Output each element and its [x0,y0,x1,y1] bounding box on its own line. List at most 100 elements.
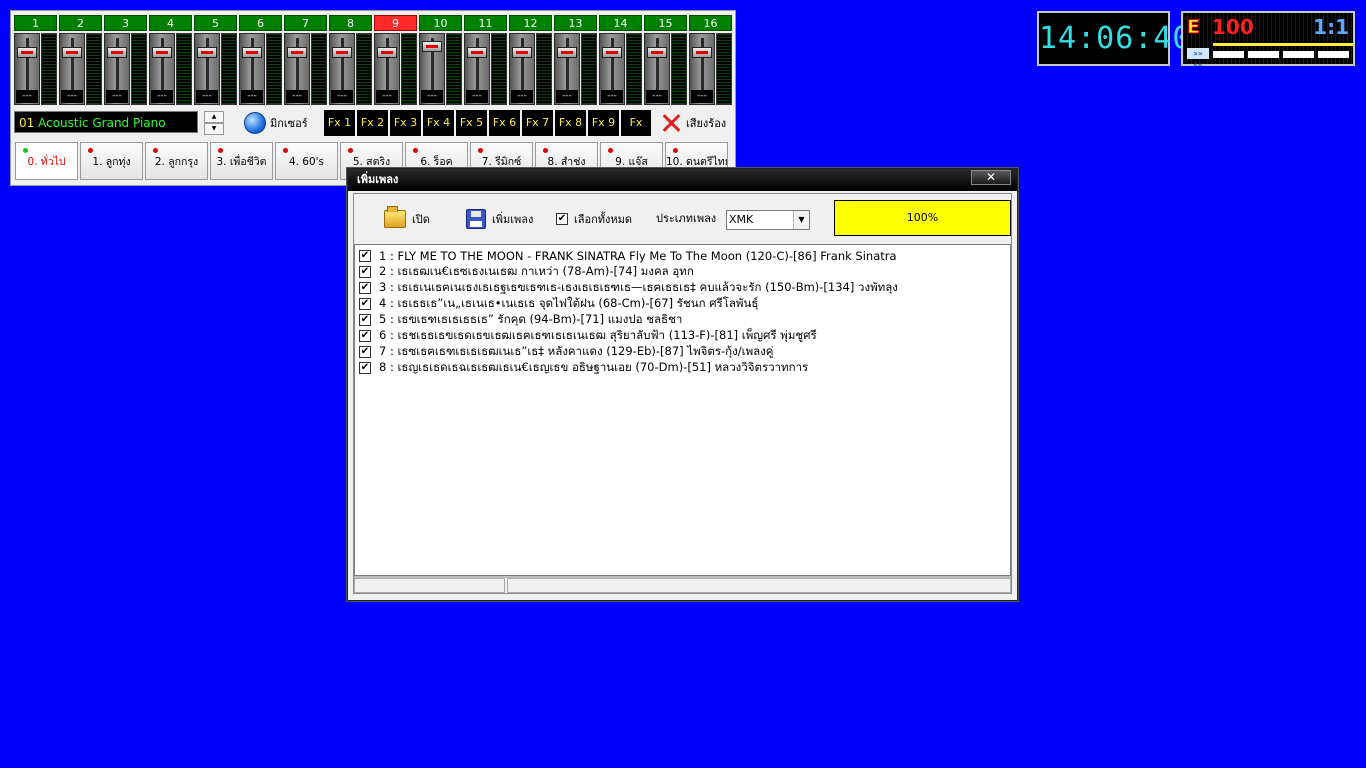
fader-knob[interactable] [197,47,217,58]
fx-button[interactable]: Fx 7 [522,110,553,136]
fader-knob[interactable] [107,47,127,58]
fx-button[interactable]: Fx 8 [555,110,586,136]
fader-knob[interactable] [512,47,532,58]
fader-knob[interactable] [62,47,82,58]
category-tab[interactable]: 3. เพื่อชีวิต [210,142,273,180]
add-songs-button[interactable]: เพิ่มเพลง [466,194,533,244]
channel-fader[interactable]: --- [509,33,535,105]
fader-knob[interactable] [602,47,622,58]
close-button[interactable]: ✕ [971,170,1011,185]
fader-knob[interactable] [692,47,712,58]
channel-fader[interactable]: --- [554,33,580,105]
channel-value: --- [106,90,128,103]
fx-button[interactable]: Fx 5 [456,110,487,136]
channel-fader[interactable]: --- [599,33,625,105]
channel-number-button[interactable]: 1 [14,15,57,31]
fx-button[interactable]: Fx 3 [390,110,421,136]
channel-number-button[interactable]: 13 [554,15,597,31]
song-row[interactable]: ✔ 6 : เธชเธธเธฃเธดเธขเธฒเธฅเธฑเธเธเนเธฒ ส… [355,328,1010,344]
song-checkbox[interactable]: ✔ [359,282,371,294]
channel-number-button[interactable]: 16 [689,15,732,31]
vocal-button[interactable]: เสียงร้อง [660,110,726,136]
mixer-button[interactable]: มิกเซอร์ [244,110,308,136]
fader-knob[interactable] [422,41,442,52]
channel-fader[interactable]: --- [689,33,715,105]
fader-knob[interactable] [287,47,307,58]
fx-button[interactable]: Fx 4 [423,110,454,136]
channel-fader[interactable]: --- [284,33,310,105]
fader-knob[interactable] [242,47,262,58]
category-tab-label: 6. ร็อค [420,156,453,168]
fader-knob[interactable] [332,47,352,58]
channel-number-button[interactable]: 9 [374,15,417,31]
fader-slot [341,38,344,90]
open-button[interactable]: เปิด [384,194,430,244]
channel-number-button[interactable]: 14 [599,15,642,31]
song-checkbox[interactable]: ✔ [359,362,371,374]
category-tab[interactable]: 2. ลูกกรุง [145,142,208,180]
song-row[interactable]: ✔ 8 : เธญเธเธดเธฉเธเธฒเธเน€เธญเธข อธิษฐาน… [355,360,1010,376]
song-checkbox[interactable]: ✔ [359,314,371,326]
song-checkbox[interactable]: ✔ [359,266,371,278]
fx-button[interactable]: Fx 9 [588,110,619,136]
channel-fader[interactable]: --- [464,33,490,105]
spin-down-button[interactable]: ▼ [204,123,224,135]
song-row[interactable]: ✔ 3 : เธเธเนเธฅเนเธงเธเธฐเธฃเธฑเธ-เธงเธเธ… [355,280,1010,296]
channel-number-button[interactable]: 3 [104,15,147,31]
channel-number-button[interactable]: 11 [464,15,507,31]
select-all-checkbox[interactable]: ✔ เลือกทั้งหมด [556,194,632,244]
fader-knob[interactable] [467,47,487,58]
channel-number-button[interactable]: 2 [59,15,102,31]
channel-number-button[interactable]: 6 [239,15,282,31]
channel-fader[interactable]: --- [419,33,445,105]
channel-fader[interactable]: --- [14,33,40,105]
fader-knob[interactable] [17,47,37,58]
channel-fader[interactable]: --- [59,33,85,105]
channel-strip: 7 --- [284,15,329,108]
song-checkbox[interactable]: ✔ [359,346,371,358]
channel-number-button[interactable]: 8 [329,15,372,31]
category-tab[interactable]: 1. ลูกทุ่ง [80,142,143,180]
song-row[interactable]: ✔ 1 : FLY ME TO THE MOON - FRANK SINATRA … [355,248,1010,264]
song-row[interactable]: ✔ 5 : เธฃเธฑเธเธเธธเธ” รักคุด (94-Bm)-[71… [355,312,1010,328]
fader-knob[interactable] [557,47,577,58]
fader-knob[interactable] [647,47,667,58]
channel-fader[interactable]: --- [194,33,220,105]
fader-knob[interactable] [152,47,172,58]
fx-button[interactable]: Fx 6 [489,110,520,136]
dialog-titlebar[interactable]: เพิ่มเพลง [348,169,1017,191]
fx-button[interactable]: Fx 10 [621,110,651,155]
channel-fader[interactable]: --- [149,33,175,105]
channel-fader[interactable]: --- [644,33,670,105]
song-row[interactable]: ✔ 2 : เธเธฒเน€เธซเธงเนเธฒ กาเหว่า (78-Am)… [355,264,1010,280]
song-checkbox[interactable]: ✔ [359,250,371,262]
fx-button[interactable]: Fx 1 [324,110,355,136]
channel-number-button[interactable]: 4 [149,15,192,31]
song-checkbox[interactable]: ✔ [359,330,371,342]
save-disk-icon [466,209,486,229]
channel-value: --- [61,90,83,103]
fader-knob[interactable] [377,47,397,58]
channel-fader[interactable]: --- [239,33,265,105]
channel-number-button[interactable]: 12 [509,15,552,31]
category-tab[interactable]: 4. 60's [275,142,338,180]
song-row[interactable]: ✔ 4 : เธเธธเธ”เน„เธเนเธ•เนเธเธ จุดไฟใต้ฝน… [355,296,1010,312]
channel-number-button[interactable]: 10 [419,15,462,31]
song-row[interactable]: ✔ 7 : เธซเธฅเธฑเธเธเธฒเนเธ”เธ‡ หลังคาแดง … [355,344,1010,360]
channel-strip: 4 --- [149,15,194,108]
song-checkbox[interactable]: ✔ [359,298,371,310]
fx-button[interactable]: Fx 2 [357,110,388,136]
category-tab-label: 5. สตริง [352,156,391,168]
channel-fader[interactable]: --- [104,33,130,105]
channel-fader[interactable]: --- [329,33,355,105]
channel-number-button[interactable]: 7 [284,15,327,31]
channel-number-button[interactable]: 5 [194,15,237,31]
spin-up-button[interactable]: ▲ [204,111,224,123]
volume-readout: 100 [1212,15,1254,39]
channel-number-button[interactable]: 15 [644,15,687,31]
category-tab[interactable]: 0. ทั่วไป [15,142,78,180]
channel-value: --- [196,90,218,103]
instrument-display[interactable]: 01 Acoustic Grand Piano [14,111,198,133]
song-type-select[interactable]: XMK ▼ [726,210,810,230]
channel-fader[interactable]: --- [374,33,400,105]
